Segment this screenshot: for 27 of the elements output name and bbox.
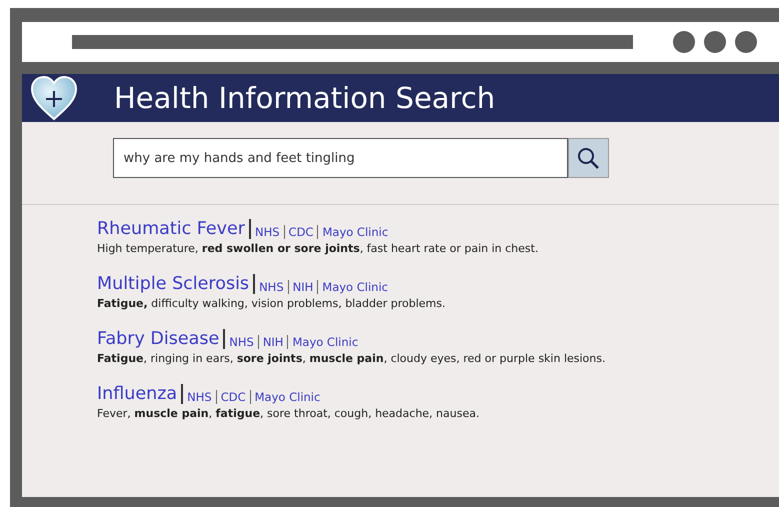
result-title-link[interactable]: Influenza bbox=[97, 384, 184, 404]
source-link[interactable]: NIH bbox=[258, 335, 288, 349]
source-link[interactable]: CDC bbox=[284, 225, 318, 239]
result-summary: Fatigue, difficulty walking, vision problems, bladder problems. bbox=[97, 297, 446, 310]
source-link[interactable]: CDC bbox=[216, 390, 250, 404]
source-link[interactable]: Mayo Clinic bbox=[287, 335, 362, 349]
result-title-link[interactable]: Multiple Sclerosis bbox=[97, 274, 256, 294]
window-control-icon[interactable] bbox=[735, 31, 757, 53]
window-control-icon[interactable] bbox=[704, 31, 726, 53]
window-control-icon[interactable] bbox=[673, 31, 695, 53]
result-summary: High temperature, red swollen or sore joints, fast heart rate or pain in chest. bbox=[97, 242, 540, 255]
result-summary: Fatigue, ringing in ears, sore joints, muscle pain, cloudy eyes, red or purple skin lesions. bbox=[97, 352, 606, 365]
source-link[interactable]: NHS bbox=[255, 280, 288, 294]
source-link[interactable]: NIH bbox=[288, 280, 318, 294]
search-button[interactable] bbox=[568, 138, 608, 178]
result-title-link[interactable]: Fabry Disease bbox=[97, 329, 226, 349]
result-title-link[interactable]: Rheumatic Fever bbox=[97, 219, 251, 239]
page-title: Health Information Search bbox=[114, 81, 496, 115]
source-link[interactable]: NHS bbox=[183, 390, 216, 404]
source-link[interactable]: Mayo Clinic bbox=[250, 390, 324, 404]
source-link[interactable]: NHS bbox=[250, 225, 284, 239]
source-link[interactable]: Mayo Clinic bbox=[317, 225, 392, 239]
result-summary: Fever, muscle pain, fatigue, sore throat, cough, headache, nausea. bbox=[97, 407, 480, 420]
search-field[interactable]: why are my hands and feet tingling bbox=[112, 138, 568, 178]
source-link[interactable]: Mayo Clinic bbox=[317, 280, 392, 294]
search-icon bbox=[576, 146, 600, 170]
source-link[interactable]: NHS bbox=[225, 335, 258, 349]
